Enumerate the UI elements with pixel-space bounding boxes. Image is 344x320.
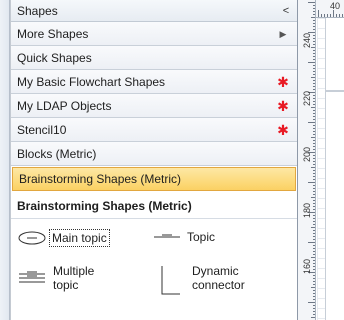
stencil-item-more-shapes[interactable]: More Shapes ▶ <box>11 22 297 46</box>
shape-multiple-topic[interactable]: Multiple topic <box>17 264 94 292</box>
stencil-item-label: My Basic Flowchart Shapes <box>17 74 166 89</box>
ruler-label: 180 <box>302 202 312 218</box>
horizontal-ruler: 40 <box>316 0 344 18</box>
multiple-topic-shape-icon <box>19 271 45 283</box>
shapes-panel: Shapes < More Shapes ▶ Quick Shapes My B… <box>11 0 298 320</box>
unsaved-asterisk-icon: ✱ <box>277 121 289 138</box>
shapes-panel-title: Shapes <box>17 3 58 18</box>
topic-shape-icon <box>154 234 180 238</box>
stencil-item-brainstorming-shapes-metric[interactable]: Brainstorming Shapes (Metric) <box>12 167 296 191</box>
shape-main-topic[interactable]: Main topic <box>17 229 110 247</box>
stencil-item-my-ldap-objects[interactable]: My LDAP Objects ✱ <box>11 94 297 118</box>
stencil-shape-grid: Main topic Topic Multiple topic Dynamic … <box>11 219 297 299</box>
stencil-item-label: Stencil10 <box>17 122 67 137</box>
stencil-item-blocks-metric[interactable]: Blocks (Metric) <box>11 142 297 166</box>
shapes-panel-header: Shapes < <box>11 0 297 22</box>
ruler-label: 160 <box>302 258 312 274</box>
ruler-label: 40 <box>330 1 341 11</box>
stencil-item-label: Quick Shapes <box>17 50 92 65</box>
stencil-item-stencil10[interactable]: Stencil10 ✱ <box>11 118 297 142</box>
ruler-label: 240 <box>302 32 312 48</box>
shape-name: Main topic <box>49 229 110 247</box>
shape-topic[interactable]: Topic <box>152 229 215 245</box>
stencil-item-quick-shapes[interactable]: Quick Shapes <box>11 46 297 70</box>
shape-name: Dynamic connector <box>192 264 245 292</box>
ruler-label: 200 <box>302 146 312 162</box>
stencil-item-label: My LDAP Objects <box>17 98 112 113</box>
ruler-label: 220 <box>302 90 312 106</box>
collapse-panel-button[interactable]: < <box>275 0 297 22</box>
shape-dynamic-connector[interactable]: Dynamic connector <box>152 264 245 296</box>
shape-name: Topic <box>187 230 216 244</box>
window-left-frame <box>0 0 11 320</box>
page-edge <box>325 90 344 92</box>
ellipse-shape-icon <box>18 231 46 245</box>
vertical-ruler: 240 220 200 180 160 <box>298 0 316 320</box>
shape-name: Multiple topic <box>53 264 95 292</box>
stencil-item-label: Blocks (Metric) <box>17 146 97 161</box>
drawing-page[interactable] <box>325 18 344 320</box>
dynamic-connector-icon <box>161 266 180 295</box>
stencil-item-label: Brainstorming Shapes (Metric) <box>19 172 182 186</box>
submenu-arrow-icon: ▶ <box>279 28 287 39</box>
unsaved-asterisk-icon: ✱ <box>277 97 289 114</box>
active-stencil-title: Brainstorming Shapes (Metric) <box>11 193 297 219</box>
stencil-item-my-basic-flowchart-shapes[interactable]: My Basic Flowchart Shapes ✱ <box>11 70 297 94</box>
stencil-item-label: More Shapes <box>17 26 89 41</box>
unsaved-asterisk-icon: ✱ <box>277 73 289 90</box>
